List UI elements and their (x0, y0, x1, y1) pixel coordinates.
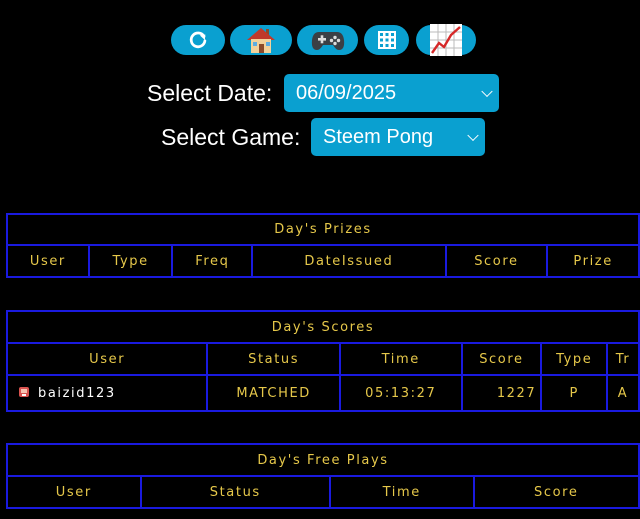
game-value: Steem Pong (323, 125, 434, 148)
refresh-button[interactable] (171, 25, 225, 55)
column-header: User (5, 342, 209, 376)
column-header: Freq (171, 244, 254, 278)
column-header: Time (338, 342, 463, 376)
column-header: User (6, 244, 90, 278)
prizes-table: Day's Prizes User Type Freq DateIssued S… (6, 213, 640, 278)
user-cell[interactable]: baizid123 (5, 374, 209, 412)
time-cell: 05:13:27 (338, 374, 463, 412)
free-plays-title: Day's Free Plays (6, 443, 640, 477)
games-button[interactable] (297, 25, 358, 55)
gamepad-icon (311, 32, 344, 50)
date-value: 06/09/2025 (296, 81, 397, 104)
column-header: Score (472, 475, 640, 509)
column-header: DateIssued (251, 244, 447, 278)
column-header: Type (540, 342, 609, 376)
column-header: Status (206, 342, 341, 376)
refresh-icon (189, 31, 207, 49)
status-cell: MATCHED (206, 374, 341, 412)
column-header: Prize (546, 244, 640, 278)
column-header: User (6, 475, 142, 509)
type-cell: P (540, 374, 609, 412)
date-select[interactable]: 06/09/2025 (284, 74, 499, 112)
game-select[interactable]: Steem Pong (311, 118, 485, 156)
column-header: Score (460, 342, 543, 376)
chart-increasing-icon (430, 24, 462, 56)
column-header: Status (139, 475, 331, 509)
scores-title: Day's Scores (6, 310, 640, 344)
grid-icon (377, 31, 396, 49)
avatar-icon (19, 386, 29, 397)
free-plays-table: Day's Free Plays User Status Time Score (6, 443, 640, 509)
username: baizid123 (38, 385, 116, 401)
column-header: Tr (606, 342, 640, 376)
scores-table: Day's Scores User Status Time Score Type… (5, 310, 640, 412)
toolbar (0, 24, 640, 57)
column-header: Type (87, 244, 174, 278)
house-icon (247, 28, 275, 53)
table-row: baizid123 MATCHED 05:13:27 1227 P A (5, 374, 640, 412)
stats-button[interactable] (416, 24, 476, 56)
home-button[interactable] (230, 25, 292, 55)
tr-cell: A (606, 374, 640, 412)
grid-button[interactable] (364, 25, 409, 55)
chevron-down-icon (467, 129, 479, 142)
prizes-title: Day's Prizes (6, 213, 640, 246)
date-label: Select Date: (147, 80, 273, 106)
column-header: Time (328, 475, 475, 509)
score-cell: 1227 (460, 374, 543, 412)
column-header: Score (444, 244, 549, 278)
chevron-down-icon (481, 85, 493, 98)
game-label: Select Game: (161, 124, 301, 150)
